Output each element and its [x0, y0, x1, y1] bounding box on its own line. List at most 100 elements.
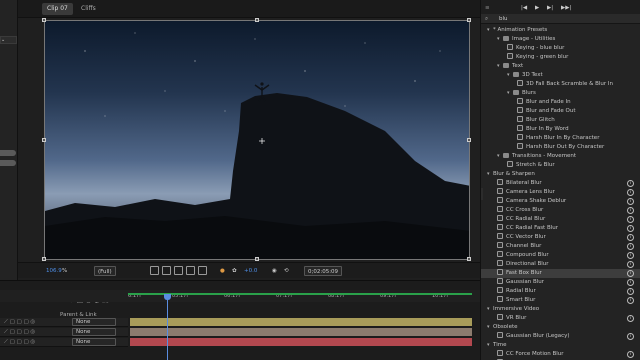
info-icon[interactable]: i [627, 288, 634, 295]
info-icon[interactable]: i [627, 234, 634, 241]
info-icon[interactable]: i [627, 216, 634, 223]
bounding-handle[interactable] [255, 18, 259, 22]
layer-switches[interactable]: ⟋ ▢ ▢ ▢ ◎ [4, 317, 35, 327]
work-area-bar[interactable] [128, 293, 472, 295]
layer-switches[interactable]: ⟋ ▢ ▢ ▢ ◎ [4, 327, 35, 337]
preset-item[interactable]: Blur In By Word [481, 125, 640, 134]
info-icon[interactable]: i [627, 297, 634, 304]
previous-frame-icon[interactable]: |◀ [521, 3, 527, 13]
tab-clip-07[interactable]: Clip 07 [42, 3, 73, 15]
playhead-handle[interactable] [164, 294, 171, 300]
folder-item[interactable]: ▾ Immersive Video [481, 305, 640, 314]
info-icon[interactable]: i [627, 207, 634, 214]
channel-icon[interactable]: ● [220, 266, 225, 276]
effect-item[interactable]: Camera Shake Deblur [481, 197, 640, 206]
effect-item[interactable]: CC Force Motion Blur [481, 350, 640, 359]
folder-item[interactable]: ▾ Obsolete [481, 323, 640, 332]
info-icon[interactable]: i [627, 189, 634, 196]
timeline-layer-row[interactable]: ⟋ ▢ ▢ ▢ ◎ None [0, 328, 128, 337]
preset-item[interactable]: Blur Glitch [481, 116, 640, 125]
color-settings-icon[interactable]: ✿ [232, 266, 237, 276]
effect-item[interactable]: CC Cross Blur [481, 206, 640, 215]
layer-duration-bar[interactable] [130, 318, 472, 326]
effect-item[interactable]: CC Vector Blur [481, 233, 640, 242]
info-icon[interactable]: i [627, 333, 634, 340]
composition-viewer[interactable] [44, 20, 470, 260]
resolution-dropdown[interactable]: (Full) [94, 266, 116, 276]
preset-item[interactable]: Blur and Fade In [481, 98, 640, 107]
3d-view-icon[interactable] [198, 266, 207, 275]
zoom-unit[interactable]: % [62, 266, 67, 276]
last-frame-icon[interactable]: ▶▶| [561, 3, 571, 13]
layer-duration-bar[interactable] [130, 338, 472, 346]
effect-item[interactable]: Channel Blur [481, 242, 640, 251]
effect-item[interactable]: Camera Lens Blur [481, 188, 640, 197]
folder-item[interactable]: ▾ Text [481, 62, 640, 71]
info-icon[interactable]: i [627, 252, 634, 259]
bounding-handle[interactable] [42, 138, 46, 142]
effect-item[interactable]: Compound Blur [481, 251, 640, 260]
effect-item[interactable]: Gaussian Blur (Legacy) [481, 332, 640, 341]
preset-item[interactable]: Keying - blue blur [481, 44, 640, 53]
folder-item[interactable]: ▾ 3D Text [481, 71, 640, 80]
info-icon[interactable]: i [627, 279, 634, 286]
info-icon[interactable]: i [627, 243, 634, 250]
search-input[interactable]: blu [499, 14, 508, 24]
bounding-handle[interactable] [467, 138, 471, 142]
effects-search[interactable]: ⌕ blu [481, 14, 640, 24]
parent-dropdown[interactable]: None [72, 318, 116, 326]
info-icon[interactable]: i [627, 225, 634, 232]
tab-cliffs[interactable]: Cliffs [76, 3, 101, 15]
panel-menu-icon[interactable]: ≡ [485, 3, 490, 13]
preset-item[interactable]: Harsh Blur In By Character [481, 134, 640, 143]
effect-item[interactable]: Fast Box Blur [481, 269, 640, 278]
preset-item[interactable]: Harsh Blur Out By Character [481, 143, 640, 152]
effect-item[interactable]: CC Radial Fast Blur [481, 224, 640, 233]
timecode-display[interactable]: 0;02:05:09 [304, 266, 343, 276]
show-snapshot-icon[interactable]: ⟲ [284, 266, 289, 276]
panel-pill[interactable] [0, 160, 16, 166]
info-icon[interactable]: i [627, 198, 634, 205]
effect-item[interactable]: Bilateral Blur [481, 179, 640, 188]
folder-item[interactable]: ▾ Blurs [481, 89, 640, 98]
layer-switches[interactable]: ⟋ ▢ ▢ ▢ ◎ [4, 337, 35, 347]
folder-item[interactable]: ▾ Transitions - Movement [481, 152, 640, 161]
preset-item[interactable]: 3D Fall Back Scramble & Blur In [481, 80, 640, 89]
transparency-grid-icon[interactable] [150, 266, 159, 275]
folder-item[interactable]: ▾ * Animation Presets [481, 26, 640, 35]
bounding-handle[interactable] [255, 257, 259, 261]
play-icon[interactable]: ▶ [535, 3, 539, 13]
panel-pill[interactable] [0, 150, 16, 156]
camera-snapshot-icon[interactable]: ◉ [272, 266, 277, 276]
folder-item[interactable]: ▾ Image - Utilities [481, 35, 640, 44]
layer-duration-bar[interactable] [130, 328, 472, 336]
effect-item[interactable]: Radial Blur [481, 287, 640, 296]
effect-item[interactable]: Gaussian Blur [481, 278, 640, 287]
bounding-handle[interactable] [467, 257, 471, 261]
effect-item[interactable]: Smart Blur [481, 296, 640, 305]
bounding-handle[interactable] [42, 257, 46, 261]
preset-item[interactable]: Stretch & Blur [481, 161, 640, 170]
effect-item[interactable]: Directional Blur [481, 260, 640, 269]
info-icon[interactable]: i [627, 270, 634, 277]
info-icon[interactable]: i [627, 261, 634, 268]
zoom-value[interactable]: 106.9 [46, 266, 62, 276]
folder-item[interactable]: ▾ Blur & Sharpen [481, 170, 640, 179]
info-icon[interactable]: i [627, 180, 634, 187]
preset-item[interactable]: Blur and Fade Out [481, 107, 640, 116]
guides-icon[interactable] [174, 266, 183, 275]
folder-item[interactable]: ▾ Time [481, 341, 640, 350]
bounding-handle[interactable] [42, 18, 46, 22]
effect-item[interactable]: CC Radial Blur [481, 215, 640, 224]
preset-item[interactable]: Keying - green blur [481, 53, 640, 62]
mask-visibility-icon[interactable] [186, 266, 195, 275]
bounding-handle[interactable] [467, 18, 471, 22]
parent-dropdown[interactable]: None [72, 338, 116, 346]
parent-dropdown[interactable]: None [72, 328, 116, 336]
timeline-layer-row[interactable]: ⟋ ▢ ▢ ▢ ◎ None [0, 338, 128, 347]
next-frame-icon[interactable]: ▶| [547, 3, 553, 13]
region-of-interest-icon[interactable] [162, 266, 171, 275]
info-icon[interactable]: i [627, 315, 634, 322]
effect-item[interactable]: VR Blur [481, 314, 640, 323]
playhead[interactable] [167, 296, 168, 360]
